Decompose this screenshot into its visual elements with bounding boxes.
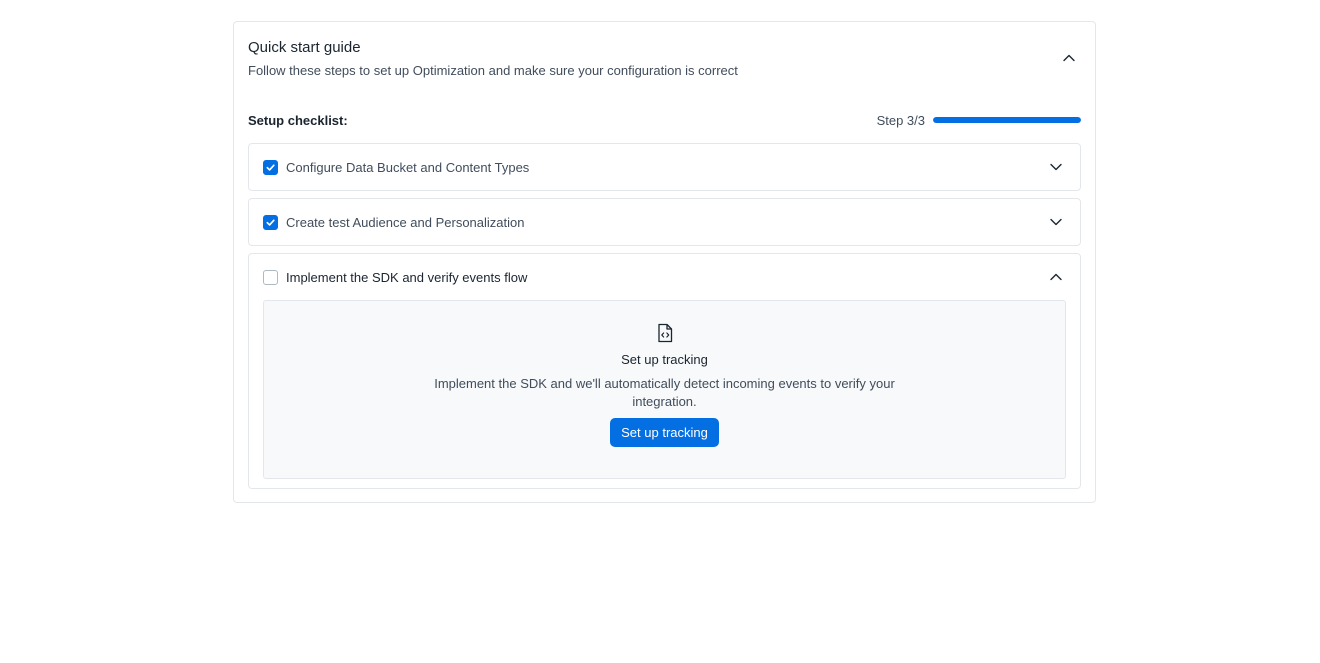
step-label: Create test Audience and Personalization (286, 214, 525, 230)
chevron-down-icon (1050, 218, 1062, 226)
body-title: Set up tracking (621, 352, 708, 367)
step-label: Configure Data Bucket and Content Types (286, 159, 530, 175)
guide-title: Quick start guide (248, 39, 361, 56)
step-label: Implement the SDK and verify events flow (286, 269, 528, 285)
quick-start-guide-card: Quick start guide Follow these steps to … (233, 21, 1096, 503)
step-header[interactable]: Implement the SDK and verify events flow (249, 254, 1080, 300)
checkmark-icon (266, 218, 275, 226)
guide-header: Quick start guide Follow these steps to … (248, 38, 1081, 88)
progress-bar (933, 117, 1081, 123)
progress-bar-fill (933, 117, 1081, 123)
setup-checklist-label: Setup checklist: (248, 112, 348, 128)
step-body-panel: Set up tracking Implement the SDK and we… (263, 300, 1066, 479)
chevron-up-icon (1050, 273, 1062, 281)
expand-step-button[interactable] (1046, 157, 1066, 177)
step-header[interactable]: Configure Data Bucket and Content Types (249, 144, 1080, 190)
file-code-icon (655, 323, 675, 343)
body-description: Implement the SDK and we'll automaticall… (434, 376, 895, 409)
step-header[interactable]: Create test Audience and Personalization (249, 199, 1080, 245)
collapse-guide-button[interactable] (1059, 48, 1079, 68)
step-checkbox[interactable] (263, 159, 278, 175)
step-checkbox[interactable] (263, 214, 278, 230)
checkmark-icon (266, 163, 275, 171)
collapse-step-button[interactable] (1046, 267, 1066, 287)
expand-step-button[interactable] (1046, 212, 1066, 232)
chevron-down-icon (1050, 163, 1062, 171)
step-checkbox[interactable] (263, 269, 278, 285)
setup-checklist-row: Setup checklist: Step 3/3 (248, 110, 1081, 130)
step-item-configure-data-bucket: Configure Data Bucket and Content Types (248, 143, 1081, 191)
step-item-implement-sdk: Implement the SDK and verify events flow… (248, 253, 1081, 489)
set-up-tracking-button[interactable]: Set up tracking (610, 418, 719, 447)
chevron-up-icon (1063, 54, 1075, 62)
progress-indicator: Step 3/3 (877, 113, 1081, 128)
step-counter: Step 3/3 (876, 112, 925, 128)
step-item-create-test-audience: Create test Audience and Personalization (248, 198, 1081, 246)
guide-subtitle: Follow these steps to set up Optimizatio… (248, 63, 738, 78)
